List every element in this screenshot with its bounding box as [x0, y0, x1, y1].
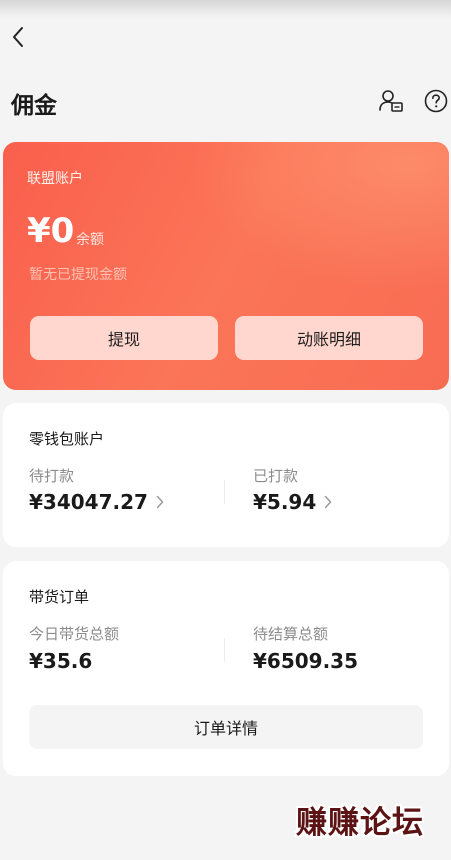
paid-item[interactable]: ¥5.94 [253, 490, 332, 514]
watermark: 赚赚论坛 [296, 805, 424, 841]
alliance-balance-amount: ¥0 [27, 211, 75, 251]
withdraw-hint: 暂无已提现金额 [29, 267, 127, 283]
withdraw-button[interactable]: 提现 [30, 316, 218, 360]
unsettled-total-value: ¥6509.35 [253, 649, 359, 673]
alliance-account-title: 联盟账户 [27, 171, 83, 187]
pending-payment-value: ¥34047.27 [29, 490, 148, 514]
column-divider [224, 638, 225, 662]
orders-title: 带货订单 [29, 588, 90, 606]
column-divider [224, 480, 225, 504]
paid-value: ¥5.94 [253, 490, 317, 514]
user-card-icon [379, 90, 403, 112]
balance-label: 余额 [76, 232, 104, 248]
chevron-right-icon [156, 495, 164, 509]
chevron-right-icon [324, 495, 332, 509]
question-circle-icon [424, 89, 448, 113]
back-button[interactable] [4, 24, 32, 50]
paid-label: 已打款 [253, 467, 299, 485]
pending-payment-label: 待打款 [29, 467, 75, 485]
status-bar-shade [0, 0, 451, 18]
account-info-button[interactable] [378, 88, 404, 114]
today-sales-value: ¥35.6 [29, 649, 93, 673]
unsettled-total-label: 待结算总额 [253, 625, 329, 643]
wallet-account-title: 零钱包账户 [29, 430, 105, 448]
help-button[interactable] [423, 88, 449, 114]
today-sales-label: 今日带货总额 [29, 625, 120, 643]
order-details-button[interactable]: 订单详情 [29, 705, 423, 749]
pending-payment-item[interactable]: ¥34047.27 [29, 490, 164, 514]
chevron-left-icon [13, 27, 23, 47]
page-title: 佣金 [11, 93, 57, 119]
transactions-button[interactable]: 动账明细 [235, 316, 423, 360]
